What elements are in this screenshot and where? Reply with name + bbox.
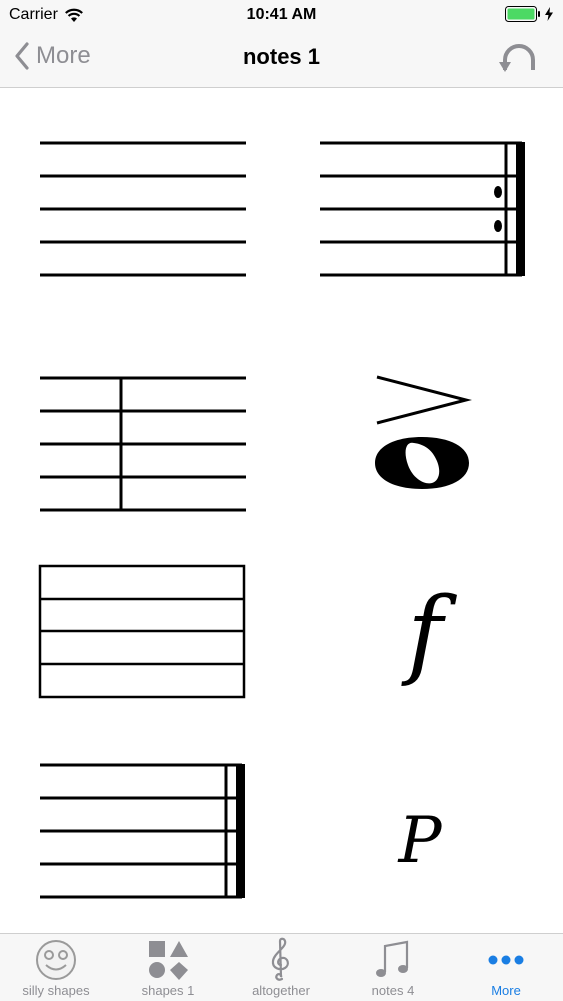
tab-silly-shapes[interactable]: silly shapes <box>0 934 112 1001</box>
tab-more[interactable]: More <box>450 934 562 1001</box>
tab-label: altogether <box>252 983 310 998</box>
symbol-grid: f P <box>0 88 563 933</box>
music-note-icon <box>376 940 409 977</box>
charging-bolt-icon <box>545 7 553 21</box>
tab-shapes-1[interactable]: shapes 1 <box>112 934 224 1001</box>
staff-symbol[interactable] <box>38 138 248 278</box>
status-bar: Carrier 10:41 AM <box>0 0 563 30</box>
accent-whole-note-symbol[interactable] <box>370 373 475 498</box>
tab-notes-4[interactable]: notes 4 <box>337 934 449 1001</box>
tab-label: shapes 1 <box>141 983 195 998</box>
tab-bar: silly shapes shapes 1 altogether notes 4… <box>0 933 563 1001</box>
undo-arrow-icon <box>499 44 535 72</box>
navigation-bar: More notes 1 <box>0 30 563 88</box>
undo-button[interactable] <box>499 40 539 79</box>
barline-symbol[interactable] <box>38 375 248 515</box>
more-dots-icon <box>488 955 524 965</box>
tab-altogether[interactable]: altogether <box>225 934 337 1001</box>
page-title: notes 1 <box>242 44 321 69</box>
shapes-icon <box>149 941 188 980</box>
tab-label: More <box>491 983 521 998</box>
forte-text: f <box>401 588 457 689</box>
status-time: 10:41 AM <box>246 6 317 23</box>
piano-text: P <box>397 804 442 878</box>
piano-symbol[interactable]: P <box>380 788 470 888</box>
final-barline-symbol[interactable] <box>38 760 250 900</box>
boxed-staff-symbol[interactable] <box>38 564 248 701</box>
battery-icon <box>505 6 553 22</box>
tab-label: notes 4 <box>371 983 415 998</box>
treble-clef-icon <box>271 937 289 981</box>
forte-symbol[interactable]: f <box>380 588 470 698</box>
tab-label: silly shapes <box>22 983 90 998</box>
smiley-icon <box>36 940 76 980</box>
repeat-barline-symbol[interactable] <box>318 138 530 278</box>
